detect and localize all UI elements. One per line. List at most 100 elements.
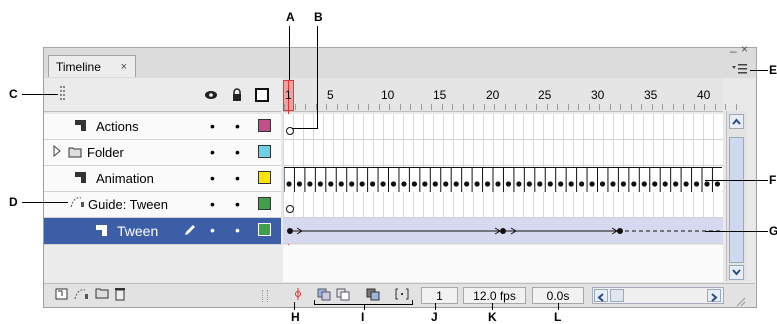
layer-row[interactable]: Folder • • xyxy=(44,140,281,166)
frame-row[interactable] xyxy=(283,192,723,218)
keyframe[interactable] xyxy=(422,181,428,187)
keyframe[interactable] xyxy=(338,181,344,187)
keyframe[interactable] xyxy=(673,181,679,187)
keyframe[interactable] xyxy=(693,181,700,187)
visibility-dot[interactable]: • xyxy=(210,170,215,186)
resize-corner-icon[interactable] xyxy=(736,294,746,312)
scroll-thumb[interactable] xyxy=(729,137,744,263)
minimize-icon[interactable]: – xyxy=(730,44,737,58)
lock-dot[interactable]: • xyxy=(235,196,240,212)
modify-onion-markers-icon[interactable] xyxy=(394,287,410,303)
keyframe[interactable] xyxy=(484,181,491,187)
visibility-dot[interactable]: • xyxy=(210,222,215,238)
visibility-dot[interactable]: • xyxy=(210,196,215,212)
keyframe[interactable] xyxy=(328,181,334,187)
horizontal-scrollbar[interactable] xyxy=(592,287,724,304)
keyframe[interactable] xyxy=(432,181,438,187)
layer-name[interactable]: Tween xyxy=(117,223,158,239)
frame-row[interactable] xyxy=(283,140,723,166)
keyframe[interactable] xyxy=(359,181,365,187)
keyframe[interactable] xyxy=(317,181,323,187)
frame-row[interactable] xyxy=(283,114,723,140)
keyframe[interactable] xyxy=(641,181,647,187)
outline-color-swatch[interactable] xyxy=(258,223,271,236)
keyframe[interactable] xyxy=(411,181,417,187)
new-layer-icon[interactable] xyxy=(54,287,70,303)
keyframe[interactable] xyxy=(464,181,470,187)
keyframe-strip[interactable] xyxy=(283,167,722,192)
tab-close-icon[interactable]: × xyxy=(121,56,127,78)
outline-icon[interactable] xyxy=(255,88,269,102)
keyframe[interactable] xyxy=(662,181,668,187)
outline-color-swatch[interactable] xyxy=(258,145,271,158)
keyframe[interactable] xyxy=(296,181,303,187)
scroll-right-button[interactable] xyxy=(707,289,721,302)
keyframe[interactable] xyxy=(579,181,585,187)
expand-arrow-icon[interactable] xyxy=(53,144,61,160)
keyframe[interactable] xyxy=(495,181,501,187)
layer-row[interactable]: Animation • • xyxy=(44,166,281,192)
keyframe[interactable] xyxy=(599,181,606,187)
keyframe[interactable] xyxy=(474,181,480,187)
keyframe[interactable] xyxy=(349,181,355,187)
lock-dot[interactable]: • xyxy=(235,118,240,134)
scroll-left-button[interactable] xyxy=(594,289,608,302)
keyframe[interactable] xyxy=(714,181,721,187)
close-icon[interactable]: × xyxy=(741,42,748,56)
motion-tween-track[interactable] xyxy=(283,218,723,244)
layer-name[interactable]: Actions xyxy=(96,119,139,134)
visibility-dot[interactable]: • xyxy=(210,118,215,134)
layer-name[interactable]: Animation xyxy=(96,171,154,186)
keyframe[interactable] xyxy=(620,181,626,187)
frame-rate[interactable]: 12.0 fps xyxy=(463,287,526,304)
keyframe[interactable] xyxy=(547,181,553,187)
visibility-dot[interactable]: • xyxy=(210,144,215,160)
layer-row[interactable]: Actions • • xyxy=(44,114,281,140)
keyframe[interactable] xyxy=(652,181,658,187)
layer-row-selected[interactable]: Tween • • xyxy=(44,218,281,245)
keyframe[interactable] xyxy=(704,181,710,187)
timeline-tab[interactable]: Timeline × xyxy=(48,55,136,77)
onion-skin-icon[interactable] xyxy=(317,287,333,303)
eye-icon[interactable] xyxy=(204,88,218,102)
panel-gripper-icon[interactable] xyxy=(60,86,66,102)
onion-skin-outlines-icon[interactable] xyxy=(336,287,352,303)
delete-layer-icon[interactable] xyxy=(112,287,128,303)
keyframe[interactable] xyxy=(558,181,564,187)
keyframe[interactable] xyxy=(370,181,376,187)
scroll-thumb-horizontal[interactable] xyxy=(610,289,624,302)
layer-name[interactable]: Folder xyxy=(87,145,124,160)
keyframe[interactable] xyxy=(568,181,574,187)
center-frame-icon[interactable] xyxy=(290,287,306,303)
keyframe[interactable] xyxy=(505,181,512,187)
outline-color-swatch[interactable] xyxy=(258,171,271,184)
empty-keyframe[interactable] xyxy=(286,205,294,213)
layer-row[interactable]: Guide: Tween • • xyxy=(44,192,281,218)
keyframe[interactable] xyxy=(443,181,449,187)
outline-color-swatch[interactable] xyxy=(258,197,271,210)
keyframe[interactable] xyxy=(537,181,543,187)
keyframe[interactable] xyxy=(307,181,313,187)
lock-icon[interactable] xyxy=(230,88,244,102)
scroll-down-button[interactable] xyxy=(729,265,744,280)
new-folder-icon[interactable] xyxy=(94,287,110,303)
edit-multiple-frames-icon[interactable] xyxy=(366,287,382,303)
keyframe[interactable] xyxy=(286,181,292,187)
keyframe[interactable] xyxy=(610,181,616,187)
keyframe[interactable] xyxy=(453,181,459,187)
keyframe[interactable] xyxy=(516,181,522,187)
add-guide-icon[interactable] xyxy=(74,287,90,303)
resize-gripper[interactable] xyxy=(262,290,268,302)
keyframe[interactable] xyxy=(401,181,407,187)
panel-menu-icon[interactable] xyxy=(732,62,748,74)
keyframe[interactable] xyxy=(589,181,595,187)
lock-dot[interactable]: • xyxy=(235,144,240,160)
lock-dot[interactable]: • xyxy=(235,170,240,186)
keyframe[interactable] xyxy=(390,181,397,187)
scroll-up-button[interactable] xyxy=(729,114,744,129)
keyframe[interactable] xyxy=(631,181,637,187)
outline-color-swatch[interactable] xyxy=(258,119,271,132)
layer-name[interactable]: Guide: Tween xyxy=(88,197,168,212)
keyframe[interactable] xyxy=(380,181,386,187)
vertical-scrollbar[interactable] xyxy=(726,111,747,281)
